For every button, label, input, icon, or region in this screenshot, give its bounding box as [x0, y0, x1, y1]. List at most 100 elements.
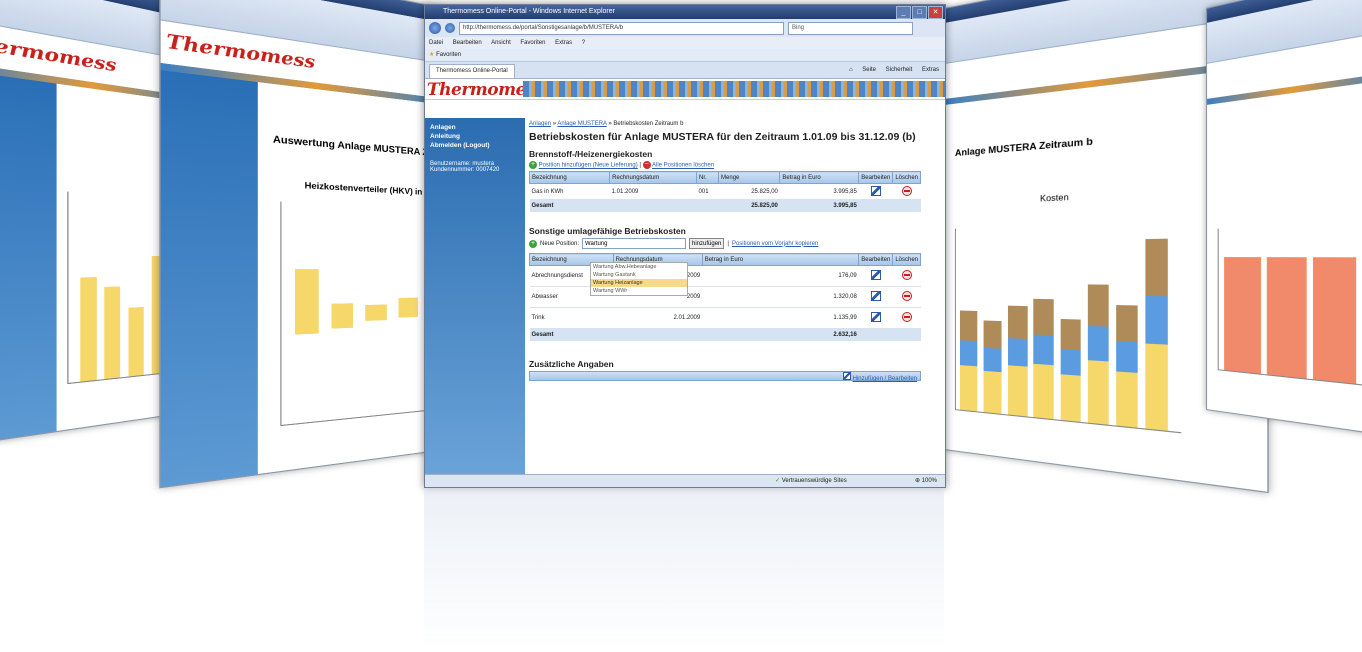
edit-icon[interactable]	[871, 291, 881, 301]
chart-bar	[984, 320, 1002, 414]
total-betrag: 3.995,85	[780, 200, 859, 212]
chart-bar	[1087, 284, 1108, 425]
remove-icon[interactable]: −	[643, 161, 651, 169]
copy-previous-year-link[interactable]: Positionen vom Vorjahr kopieren	[732, 241, 818, 247]
new-position-input[interactable]	[582, 238, 686, 249]
total-row: Gesamt 2.632,16	[530, 329, 921, 341]
site-header: Thermomess	[425, 79, 945, 100]
delete-icon[interactable]	[902, 291, 912, 301]
breadcrumb-anlage[interactable]: Anlage MUSTERA	[557, 121, 606, 127]
window-controls: _ □ ✕	[896, 6, 943, 19]
chart-area	[280, 202, 435, 427]
command-bar: ⌂ Seite Sicherheit Extras	[841, 62, 939, 78]
add-position-link[interactable]: Position hinzufügen (Neue Lieferung)	[539, 163, 638, 169]
col-nr: Nr.	[697, 172, 719, 184]
col-loeschen: Löschen	[893, 254, 921, 266]
sidebar-item-logout[interactable]: Abmelden (Logout)	[430, 142, 520, 149]
other-costs-table: Bezeichnung Rechnungsdatum Betrag in Eur…	[529, 253, 921, 341]
edit-icon[interactable]	[871, 270, 881, 280]
suggestion-item[interactable]: Wartung WWr	[591, 287, 687, 295]
chart-bar	[366, 304, 387, 321]
maximize-button[interactable]: □	[912, 6, 927, 19]
zoom-icon: ⊕	[915, 478, 920, 484]
delete-icon[interactable]	[902, 270, 912, 280]
menu-favoriten[interactable]: Favoriten	[520, 40, 545, 46]
add-icon: +	[529, 240, 537, 248]
user-info: Benutzername: mustera Kundennummer: 0007…	[430, 161, 520, 173]
suggestion-item[interactable]: Wartung Gastank	[591, 271, 687, 279]
edit-icon[interactable]	[871, 312, 881, 322]
search-input[interactable]: Bing	[788, 22, 913, 35]
far-right-window	[1206, 0, 1362, 437]
customer-number-label: Kundennummer: 0007420	[430, 167, 520, 173]
edit-icon[interactable]	[871, 186, 881, 196]
tool-extras[interactable]: Extras	[922, 67, 939, 73]
fuel-section-title: Brennstoff-/Heizenergiekosten	[529, 149, 925, 159]
breadcrumb: Anlagen » Anlage MUSTERA » Betriebskoste…	[529, 121, 925, 127]
left-window-title: Auswertung Anlage MUSTERA Zeitraum	[273, 134, 446, 161]
cell-date: 2.01.2009	[613, 308, 702, 329]
star-icon[interactable]: ★	[429, 52, 434, 58]
tool-sicherheit[interactable]: Sicherheit	[886, 67, 913, 73]
breadcrumb-anlagen[interactable]: Anlagen	[529, 121, 551, 127]
delete-cell	[893, 287, 921, 308]
total-label: Gesamt	[530, 329, 614, 341]
right-window-title: Anlage MUSTERA Zeitraum b	[955, 136, 1093, 158]
zoom-level: 100%	[922, 478, 937, 484]
extra-edit-link[interactable]: Hinzufügen / Bearbeiten	[853, 376, 917, 382]
menu-bearbeiten[interactable]: Bearbeiten	[453, 40, 482, 46]
delete-icon[interactable]	[902, 312, 912, 322]
back-icon[interactable]	[429, 22, 441, 34]
home-icon[interactable]: ⌂	[849, 67, 853, 73]
sidebar-item-anleitung[interactable]: Anleitung	[430, 133, 520, 140]
chart-bar	[1060, 319, 1080, 422]
edit-cell	[859, 308, 893, 329]
window-title: Thermomess Online-Portal - Windows Inter…	[443, 8, 615, 15]
menu-help[interactable]: ?	[582, 40, 585, 46]
menu-ansicht[interactable]: Ansicht	[491, 40, 511, 46]
forward-icon[interactable]	[445, 23, 455, 33]
col-bearbeiten: Bearbeiten	[859, 254, 893, 266]
fuel-table: Bezeichnung Rechnungsdatum Nr. Menge Bet…	[529, 171, 921, 212]
add-button[interactable]: hinzufügen	[689, 238, 724, 249]
table-header-row: Bezeichnung Rechnungsdatum Betrag in Eur…	[530, 254, 921, 266]
trust-zone: ✓ Vertrauenswürdige Sites	[775, 475, 847, 487]
total-betrag: 2.632,16	[702, 329, 859, 341]
total-label: Gesamt	[530, 200, 610, 212]
add-icon[interactable]: +	[529, 161, 537, 169]
delete-cell	[893, 184, 921, 200]
chart-bar	[1116, 305, 1138, 428]
minimize-button[interactable]: _	[896, 6, 911, 19]
delete-icon[interactable]	[902, 186, 912, 196]
favorites-button[interactable]: Favoriten	[436, 52, 461, 58]
menu-extras[interactable]: Extras	[555, 40, 572, 46]
zoom-control[interactable]: ⊕ 100%	[915, 475, 937, 487]
delete-cell	[893, 266, 921, 287]
cell-betrag: 1.320,08	[702, 287, 859, 308]
left-window: Thermomess Auswertung Anlage MUSTERA Zei…	[159, 0, 446, 488]
cell-betrag: 176,09	[702, 266, 859, 287]
tool-seite[interactable]: Seite	[862, 67, 876, 73]
delete-all-link[interactable]: Alle Positionen löschen	[652, 163, 714, 169]
sidebar	[0, 69, 57, 446]
col-betrag: Betrag in Euro	[702, 254, 859, 266]
url-input[interactable]: http://thermomess.de/portal/Sonstigesanl…	[459, 22, 784, 35]
chart-bar	[1145, 239, 1168, 431]
sidebar-item-anlagen[interactable]: Anlagen	[430, 124, 520, 131]
edit-cell	[859, 184, 893, 200]
cell-betrag: 3.995,85	[780, 184, 859, 200]
tab-thermomess[interactable]: Thermomess Online-Portal	[429, 64, 515, 78]
chart-bar	[80, 277, 97, 381]
close-button[interactable]: ✕	[928, 6, 943, 19]
menu-bar: Datei Bearbeiten Ansicht Favoriten Extra…	[425, 37, 945, 49]
suggestion-item-selected[interactable]: Wartung Heizanlage	[591, 279, 687, 287]
suggestion-item[interactable]: Wartung Abw.Hebeanlage	[591, 263, 687, 271]
table-row: Gas in KWh 1.01.2009 001 25.825,00 3.995…	[530, 184, 921, 200]
table-row: Abwasser 2009 1.320,08	[530, 287, 921, 308]
cell-date: 1.01.2009	[610, 184, 697, 200]
menu-datei[interactable]: Datei	[429, 40, 443, 46]
sidebar	[161, 70, 258, 487]
extra-bar: Hinzufügen / Bearbeiten	[529, 371, 921, 381]
trust-zone-label: Vertrauenswürdige Sites	[782, 478, 847, 484]
chart-bar	[1313, 257, 1357, 384]
